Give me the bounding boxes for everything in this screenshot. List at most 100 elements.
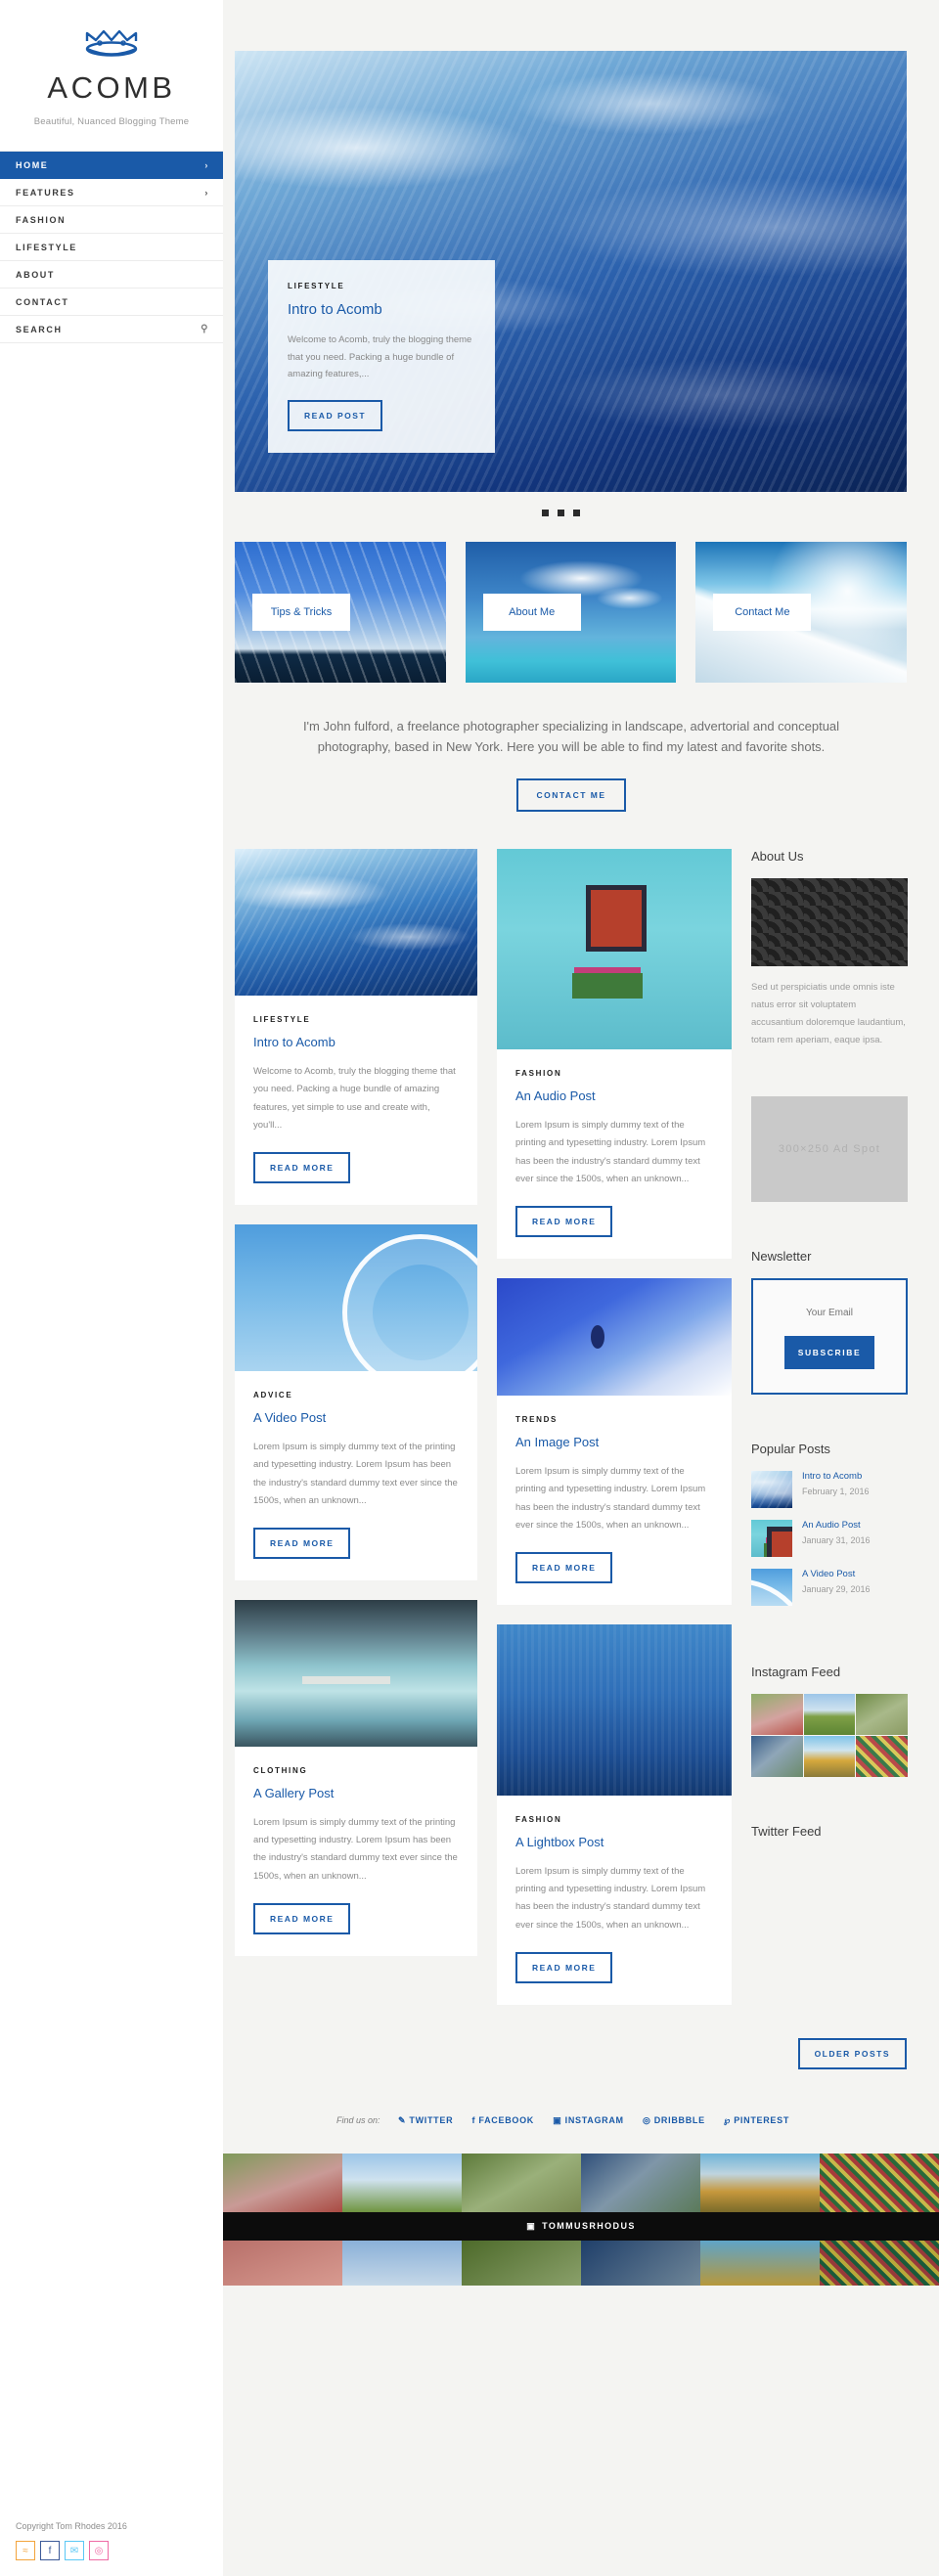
post-thumbnail[interactable] (235, 1224, 477, 1372)
intro-section: I'm John fulford, a freelance photograph… (223, 683, 939, 813)
subscribe-button[interactable]: SUBSCRIBE (783, 1336, 875, 1370)
instagram-strip-thumb[interactable] (462, 2240, 581, 2286)
widget-ad-spot[interactable]: 300×250 Ad Spot (751, 1096, 908, 1203)
hero-title[interactable]: Intro to Acomb (288, 301, 475, 318)
instagram-thumb[interactable] (856, 1694, 908, 1736)
instagram-thumb[interactable] (751, 1736, 803, 1778)
instagram-strip-thumb[interactable] (223, 2240, 342, 2286)
feature-label: About Me (482, 594, 581, 631)
post-card[interactable]: TRENDS An Image Post Lorem Ipsum is simp… (497, 1278, 732, 1605)
popular-post-title[interactable]: A Video Post (802, 1569, 871, 1579)
facebook-icon[interactable]: f (40, 2541, 60, 2560)
post-card[interactable]: FASHION An Audio Post Lorem Ipsum is sim… (497, 849, 732, 1260)
instagram-strip-thumb[interactable] (700, 2240, 820, 2286)
instagram-thumb[interactable] (803, 1736, 856, 1778)
slider-dot-1[interactable] (541, 510, 549, 516)
popular-post-thumbnail (751, 1569, 792, 1607)
widgets-sidebar: About Us Sed ut perspiciatis unde omnis … (751, 849, 908, 1881)
social-link-pinterest[interactable]: ℘ PINTEREST (724, 2115, 789, 2125)
brand-title: ACOMB (47, 70, 176, 105)
ad-placeholder[interactable]: 300×250 Ad Spot (751, 1096, 908, 1203)
post-title[interactable]: An Audio Post (515, 1088, 713, 1103)
post-title[interactable]: A Gallery Post (253, 1786, 459, 1800)
feature-box-about[interactable]: About Me (465, 542, 677, 683)
post-body: TRENDS An Image Post Lorem Ipsum is simp… (497, 1396, 732, 1605)
social-link-label: DRIBBBLE (653, 2114, 705, 2125)
read-more-button[interactable]: READ MORE (253, 1902, 351, 1934)
twitter-icon[interactable]: ✉ (65, 2541, 84, 2560)
popular-post-title[interactable]: An Audio Post (802, 1520, 871, 1531)
post-title[interactable]: Intro to Acomb (253, 1035, 459, 1049)
read-more-button[interactable]: READ MORE (515, 1206, 613, 1238)
instagram-thumb[interactable] (856, 1736, 908, 1778)
sidebar-item-fashion[interactable]: FASHION (0, 206, 223, 234)
email-field[interactable] (771, 1300, 888, 1337)
feature-box-tips[interactable]: Tips & Tricks (235, 542, 446, 683)
social-link-instagram[interactable]: ▣ INSTAGRAM (553, 2115, 627, 2125)
post-thumbnail[interactable] (235, 849, 477, 997)
hero-image[interactable]: LIFESTYLE Intro to Acomb Welcome to Acom… (235, 51, 907, 492)
popular-post-item[interactable]: A Video Post January 29, 2016 (751, 1569, 908, 1607)
instagram-strip-thumb[interactable] (820, 2240, 939, 2286)
read-post-button[interactable]: READ POST (288, 400, 383, 431)
read-more-button[interactable]: READ MORE (253, 1527, 351, 1559)
dribbble-icon: ◎ (642, 2114, 651, 2125)
post-title[interactable]: A Lightbox Post (515, 1835, 713, 1849)
instagram-strip-thumb[interactable] (462, 2153, 581, 2212)
popular-post-item[interactable]: An Audio Post January 31, 2016 (751, 1520, 908, 1558)
post-card[interactable]: ADVICE A Video Post Lorem Ipsum is simpl… (235, 1224, 477, 1580)
popular-post-title[interactable]: Intro to Acomb (802, 1471, 870, 1482)
sidebar-item-search[interactable]: SEARCH ⚲ (0, 316, 223, 343)
post-card[interactable]: LIFESTYLE Intro to Acomb Welcome to Acom… (235, 849, 477, 1206)
post-title[interactable]: A Video Post (253, 1410, 459, 1425)
social-link-twitter[interactable]: ✎ TWITTER (398, 2115, 457, 2125)
sidebar-item-lifestyle[interactable]: LIFESTYLE (0, 234, 223, 261)
rss-icon[interactable]: ≈ (16, 2541, 35, 2560)
post-title[interactable]: An Image Post (515, 1435, 713, 1449)
post-body: FASHION A Lightbox Post Lorem Ipsum is s… (497, 1796, 732, 2005)
instagram-handle-bar[interactable]: ▣ TOMMUSRHODUS (223, 2211, 939, 2241)
post-body: CLOTHING A Gallery Post Lorem Ipsum is s… (235, 1747, 477, 1956)
popular-post-date: January 31, 2016 (802, 1535, 871, 1546)
main-content: LIFESTYLE Intro to Acomb Welcome to Acom… (223, 0, 939, 2286)
post-card[interactable]: FASHION A Lightbox Post Lorem Ipsum is s… (497, 1623, 732, 2005)
read-more-button[interactable]: READ MORE (253, 1152, 351, 1184)
post-thumbnail[interactable] (497, 1278, 732, 1397)
older-posts-button[interactable]: OLDER POSTS (797, 2037, 907, 2069)
social-link-facebook[interactable]: f FACEBOOK (471, 2115, 537, 2125)
instagram-thumb[interactable] (803, 1694, 856, 1736)
instagram-thumb[interactable] (751, 1694, 803, 1736)
read-more-button[interactable]: READ MORE (515, 1951, 613, 1983)
posts-column-middle: FASHION An Audio Post Lorem Ipsum is sim… (497, 849, 732, 2005)
instagram-handle: TOMMUSRHODUS (542, 2221, 636, 2232)
slider-dot-2[interactable] (557, 510, 564, 516)
instagram-strip-thumb[interactable] (342, 2153, 462, 2212)
widget-title: Newsletter (751, 1249, 812, 1265)
social-link-dribbble[interactable]: ◎ DRIBBBLE (643, 2115, 708, 2125)
post-thumbnail[interactable] (497, 1623, 732, 1796)
search-icon[interactable]: ⚲ (201, 324, 209, 334)
dribbble-icon[interactable]: ◎ (89, 2541, 109, 2560)
instagram-strip-thumb[interactable] (820, 2153, 939, 2212)
sidebar-item-home[interactable]: HOME › (0, 152, 223, 179)
instagram-strip-thumb[interactable] (581, 2153, 700, 2212)
contact-me-button[interactable]: CONTACT ME (516, 778, 626, 813)
instagram-strip-thumb[interactable] (342, 2240, 462, 2286)
post-card[interactable]: CLOTHING A Gallery Post Lorem Ipsum is s… (235, 1599, 477, 1956)
sidebar-item-contact[interactable]: CONTACT (0, 289, 223, 316)
sidebar-item-features[interactable]: FEATURES › (0, 179, 223, 206)
instagram-strip-thumb[interactable] (700, 2153, 820, 2212)
instagram-strip-thumb[interactable] (581, 2240, 700, 2286)
feature-box-contact[interactable]: Contact Me (695, 542, 908, 683)
popular-post-item[interactable]: Intro to Acomb February 1, 2016 (751, 1471, 908, 1509)
sidebar-footer: Copyright Tom Rhodes 2016 ≈ f ✉ ◎ (0, 2508, 223, 2576)
post-thumbnail[interactable] (235, 1599, 477, 1747)
post-category: LIFESTYLE (253, 1015, 311, 1025)
slider-dot-3[interactable] (572, 510, 580, 516)
read-more-button[interactable]: READ MORE (515, 1551, 613, 1583)
post-thumbnail[interactable] (497, 849, 732, 1050)
pagination: OLDER POSTS (223, 2005, 939, 2069)
widget-newsletter: Newsletter SUBSCRIBE (751, 1249, 908, 1396)
instagram-strip-thumb[interactable] (223, 2153, 342, 2212)
sidebar-item-about[interactable]: ABOUT (0, 261, 223, 289)
